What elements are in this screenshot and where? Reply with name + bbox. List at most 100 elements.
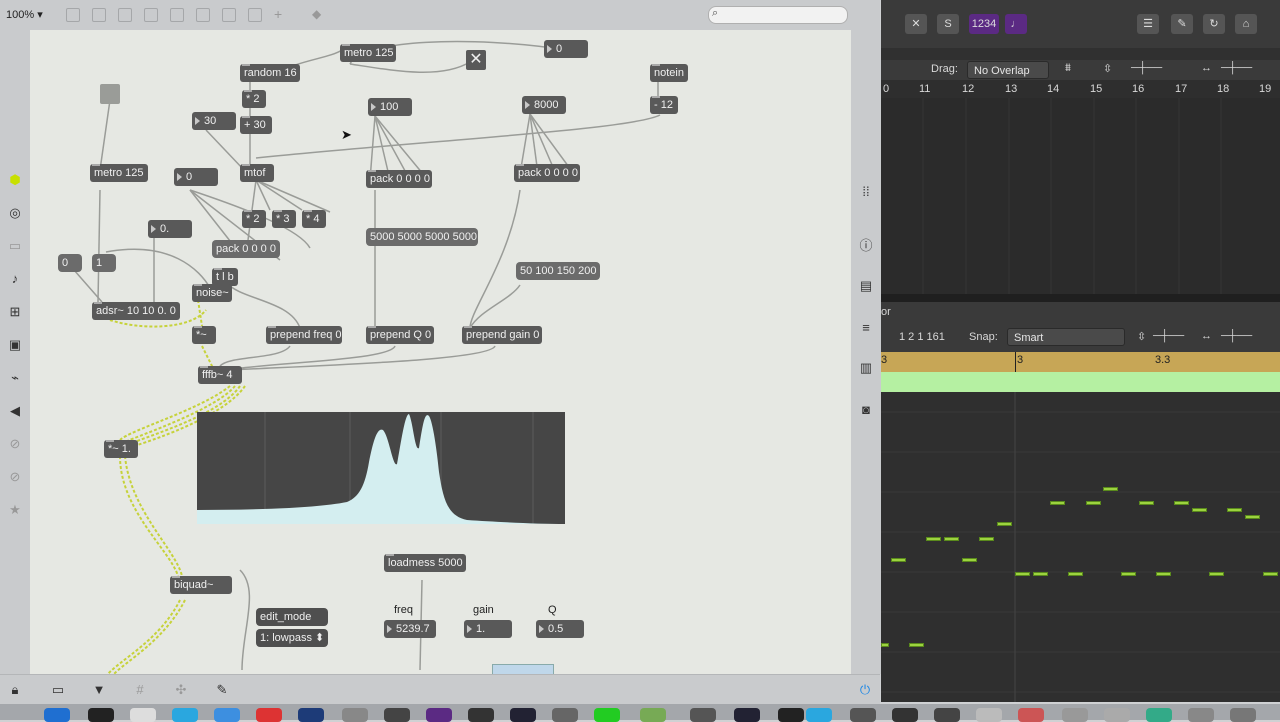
grid-toggle-icon[interactable]: # xyxy=(132,682,148,698)
comment-icon[interactable] xyxy=(118,8,132,22)
midi-note[interactable] xyxy=(1068,572,1083,576)
freq-number-box[interactable]: 5239.7 xyxy=(384,620,436,638)
zoom-dropdown[interactable]: 100% ▾ xyxy=(6,8,43,21)
minus-12-object[interactable]: - 12 xyxy=(650,96,678,114)
midi-note[interactable] xyxy=(997,522,1012,526)
vertical-zoom-slider[interactable]: ─┼── xyxy=(1131,62,1162,74)
multiply-4-object[interactable]: * 4 xyxy=(302,210,326,228)
loop-browser-icon[interactable]: ↻ xyxy=(1203,14,1225,34)
target-icon[interactable]: ◎ xyxy=(7,205,23,221)
book-icon[interactable]: ▤ xyxy=(858,278,874,294)
toggle-button[interactable] xyxy=(100,84,120,104)
tracks-ruler[interactable]: 0 11 12 13 14 15 16 17 18 19 xyxy=(881,80,1280,98)
grid-dots-icon[interactable]: ⁞⁞ xyxy=(858,184,874,200)
prepend-freq-object[interactable]: prepend freq 0 xyxy=(266,326,342,344)
paperclip-icon[interactable]: ⌁ xyxy=(7,370,23,386)
search-input[interactable] xyxy=(708,6,848,24)
midi-region-header[interactable] xyxy=(881,372,1280,392)
midi-note[interactable] xyxy=(1227,508,1242,512)
midi-note[interactable] xyxy=(962,558,977,562)
prepend-gain-object[interactable]: prepend gain 0 xyxy=(462,326,542,344)
midi-note[interactable] xyxy=(1139,501,1154,505)
pack-object-3[interactable]: pack 0 0 0 0 xyxy=(212,240,280,258)
count-in-display[interactable]: 1234 xyxy=(969,14,999,34)
plus-icon[interactable]: + xyxy=(274,7,286,21)
spectroscope-display[interactable] xyxy=(197,412,565,524)
midi-note[interactable] xyxy=(891,558,906,562)
signal-multiply-1-object[interactable]: *~ 1. xyxy=(104,440,138,458)
midi-note[interactable] xyxy=(1156,572,1171,576)
adsr-object[interactable]: adsr~ 10 10 0. 0 xyxy=(92,302,180,320)
package-icon[interactable]: ⬢ xyxy=(7,172,23,188)
power-icon[interactable]: ⏻ xyxy=(857,682,873,698)
message-50-100[interactable]: 50 100 150 200 xyxy=(516,262,600,280)
vertical-zoom-icon[interactable]: ⇳ xyxy=(1103,62,1112,75)
toolbar-icon-8[interactable] xyxy=(248,8,262,22)
piano-roll-grid[interactable] xyxy=(881,392,1280,702)
close-icon[interactable]: ✕ xyxy=(905,14,927,34)
history-icon[interactable]: ⊘ xyxy=(7,436,23,452)
midi-note[interactable] xyxy=(1209,572,1224,576)
number-box-8000[interactable]: 8000 xyxy=(522,96,566,114)
screen-icon[interactable]: ▼ xyxy=(91,682,107,698)
piano-roll-ruler[interactable]: 3 3 3.3 xyxy=(881,352,1280,372)
biquad-object[interactable]: biquad~ xyxy=(170,576,232,594)
q-number-box[interactable]: 0.5 xyxy=(536,620,584,638)
list-icon[interactable]: ▭ xyxy=(7,238,23,254)
signal-multiply-object[interactable]: *~ xyxy=(192,326,216,344)
message-5000[interactable]: 5000 5000 5000 5000 xyxy=(366,228,478,246)
lock-icon[interactable]: 🔒︎ xyxy=(7,682,23,698)
midi-note[interactable] xyxy=(1245,515,1260,519)
message-1[interactable]: 1 xyxy=(92,254,116,272)
vertical-zoom-icon-2[interactable]: ⇳ xyxy=(1137,330,1146,343)
editor-divider[interactable] xyxy=(881,294,1280,302)
midi-note[interactable] xyxy=(1086,501,1101,505)
midi-note[interactable] xyxy=(1015,572,1030,576)
close-toggle-icon[interactable]: ✕ xyxy=(466,50,486,70)
inspector-icon[interactable]: ⓘ xyxy=(858,238,874,254)
midi-note[interactable] xyxy=(1121,572,1136,576)
horizontal-zoom-slider-2[interactable]: ─┼── xyxy=(1221,330,1252,342)
float-number-box[interactable]: 0. xyxy=(148,220,192,238)
horizontal-zoom-icon-2[interactable]: ↔ xyxy=(1201,330,1212,342)
midi-note[interactable] xyxy=(1263,572,1278,576)
grid-icon[interactable]: ⊞ xyxy=(7,304,23,320)
camera-icon[interactable]: ◙ xyxy=(858,402,874,418)
multiply-3-object[interactable]: * 3 xyxy=(272,210,296,228)
info-icon[interactable]: ⊘ xyxy=(7,469,23,485)
midi-note[interactable] xyxy=(944,537,959,541)
browser-icon[interactable]: ⌂ xyxy=(1235,14,1257,34)
number-box-100[interactable]: 100 xyxy=(368,98,412,116)
solo-button[interactable]: S xyxy=(937,14,959,34)
patcher-canvas[interactable]: metro 125 ✕ 0 notein random 16 * 2 8000 … xyxy=(30,30,851,674)
random-object[interactable]: random 16 xyxy=(240,64,300,82)
horizontal-zoom-slider[interactable]: ─┼── xyxy=(1221,62,1252,74)
music-icon[interactable]: ♪ xyxy=(7,271,23,287)
metro-object-left[interactable]: metro 125 xyxy=(90,164,148,182)
midi-note[interactable] xyxy=(926,537,941,541)
plugin-icon[interactable]: ◀ xyxy=(7,403,23,419)
filter-mode-menu[interactable]: 1: lowpass ⬍ xyxy=(256,629,328,647)
midi-note[interactable] xyxy=(979,537,994,541)
notein-object[interactable]: notein xyxy=(650,64,688,82)
pack-object-1[interactable]: pack 0 0 0 0 xyxy=(366,170,432,188)
vertical-zoom-slider-2[interactable]: ─┼── xyxy=(1153,330,1184,342)
paint-icon[interactable]: ◆ xyxy=(312,8,324,20)
gain-number-box[interactable]: 1. xyxy=(464,620,512,638)
tracks-area[interactable] xyxy=(881,98,1280,294)
list-view-icon[interactable]: ≡ xyxy=(858,320,874,336)
number-box-top[interactable]: 0 xyxy=(544,40,588,58)
notepad-icon[interactable]: ✎ xyxy=(1171,14,1193,34)
pack-object-2[interactable]: pack 0 0 0 0 xyxy=(514,164,580,182)
noise-object[interactable]: noise~ xyxy=(192,284,232,302)
midi-note[interactable] xyxy=(909,643,924,647)
prepend-q-object[interactable]: prepend Q 0 xyxy=(366,326,434,344)
waveform-zoom-icon[interactable]: ⩩ xyxy=(1065,62,1071,75)
toolbar-icon-1[interactable] xyxy=(66,8,80,22)
midi-note[interactable] xyxy=(1103,487,1118,491)
star-icon[interactable]: ★ xyxy=(7,502,23,518)
message-0[interactable]: 0 xyxy=(58,254,82,272)
plus-30-object[interactable]: + 30 xyxy=(240,116,272,134)
toolbar-icon-5[interactable] xyxy=(170,8,184,22)
filtergraph-display[interactable] xyxy=(492,664,554,674)
